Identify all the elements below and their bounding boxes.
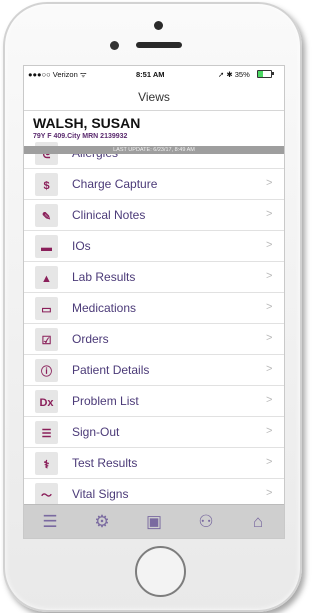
- clock-label: 8:51 AM: [136, 70, 165, 79]
- container-icon: ▬: [35, 235, 58, 258]
- icon-glyph: ▬: [41, 242, 52, 254]
- chevron-right-icon: >: [266, 487, 273, 499]
- chevron-right-icon: >: [266, 394, 273, 406]
- list-item[interactable]: ▬ IOs >: [24, 231, 284, 262]
- status-right-label: ➚ ✱ 35%: [218, 70, 250, 79]
- checklist-icon: ☰: [35, 421, 58, 444]
- chevron-right-icon: >: [266, 363, 273, 375]
- chevron-right-icon: >: [266, 332, 273, 344]
- list-item-label: Charge Capture: [72, 177, 158, 191]
- chevron-right-icon: >: [266, 177, 273, 189]
- home-button[interactable]: [135, 546, 186, 597]
- carrier-label: ●●●○○ Verizon ᯤ: [28, 70, 87, 79]
- list-item-label: Lab Results: [72, 270, 136, 284]
- list-item[interactable]: ▲ Lab Results >: [24, 262, 284, 293]
- chevron-right-icon: >: [266, 425, 273, 437]
- list-item-label: Clinical Notes: [72, 208, 146, 222]
- heartbeat-icon: 〜: [35, 483, 58, 506]
- list-item-label: Medications: [72, 301, 137, 315]
- chevron-right-icon: >: [266, 208, 273, 220]
- list-item-label: Test Results: [72, 456, 138, 470]
- menu-lines-icon[interactable]: ☰: [24, 505, 76, 538]
- icon-glyph: ▲: [41, 273, 52, 285]
- list-item-label: Vital Signs: [72, 487, 129, 501]
- earpiece: [136, 42, 182, 48]
- status-bar: ●●●○○ Verizon ᯤ 8:51 AM ➚ ✱ 35%: [24, 66, 284, 83]
- icon-glyph: ▭: [41, 304, 52, 316]
- list-item[interactable]: ✎ Clinical Notes >: [24, 200, 284, 231]
- group-icon[interactable]: ⚇: [180, 505, 232, 538]
- icon-glyph: ⚕: [43, 459, 50, 471]
- gear-icon[interactable]: ⚙: [76, 505, 128, 538]
- list-item[interactable]: $ Charge Capture >: [24, 169, 284, 200]
- icon-glyph: $: [43, 180, 50, 192]
- battery-fill: [258, 71, 263, 77]
- list-item[interactable]: ☰ Sign-Out >: [24, 417, 284, 448]
- icon-glyph: ✎: [41, 211, 52, 223]
- app-screen: ●●●○○ Verizon ᯤ 8:51 AM ➚ ✱ 35% Views WA…: [23, 65, 285, 539]
- battery-icon: [257, 70, 272, 78]
- page-title: Views: [138, 90, 170, 104]
- nav-bar: Views: [24, 83, 284, 111]
- list-item-label: Patient Details: [72, 363, 150, 377]
- list-item-label: Problem List: [72, 394, 139, 408]
- checkbox-icon: ☑: [35, 328, 58, 351]
- dx-icon: Dx: [35, 390, 58, 413]
- list-item[interactable]: ⚕ Test Results >: [24, 448, 284, 479]
- pill-icon: ▭: [35, 297, 58, 320]
- list-item[interactable]: Dx Problem List >: [24, 386, 284, 417]
- flask-icon: ▲: [35, 266, 58, 289]
- dollar-icon: $: [35, 173, 58, 196]
- chevron-right-icon: >: [266, 239, 273, 251]
- list-item[interactable]: ▭ Medications >: [24, 293, 284, 324]
- archive-box-icon[interactable]: ▣: [128, 505, 180, 538]
- icon-glyph: 〜: [41, 490, 52, 502]
- battery-tip: [272, 72, 274, 75]
- front-camera: [110, 41, 119, 50]
- speaker-dot: [154, 21, 163, 30]
- last-update-bar: LAST UPDATE: 6/23/17, 8:49 AM: [24, 146, 284, 154]
- ribcage-icon: ⚕: [35, 452, 58, 475]
- chevron-right-icon: >: [266, 456, 273, 468]
- chevron-right-icon: >: [266, 301, 273, 313]
- tab-bar: ☰ ⚙ ▣ ⚇ ⌂: [24, 504, 284, 538]
- icon-glyph: ☑: [41, 335, 52, 347]
- icon-glyph: ☰: [41, 428, 52, 440]
- pencil-note-icon: ✎: [35, 204, 58, 227]
- icon-glyph: ⓘ: [41, 366, 52, 378]
- list-item[interactable]: ☑ Orders >: [24, 324, 284, 355]
- list-item[interactable]: ⓘ Patient Details >: [24, 355, 284, 386]
- icon-glyph: Dx: [39, 397, 54, 409]
- list-item-label: Orders: [72, 332, 109, 346]
- home-icon[interactable]: ⌂: [232, 505, 284, 538]
- person-info-icon: ⓘ: [35, 359, 58, 382]
- chevron-right-icon: >: [266, 270, 273, 282]
- list-item-label: Sign-Out: [72, 425, 120, 439]
- patient-name: WALSH, SUSAN: [33, 115, 141, 131]
- list-item-label: IOs: [72, 239, 91, 253]
